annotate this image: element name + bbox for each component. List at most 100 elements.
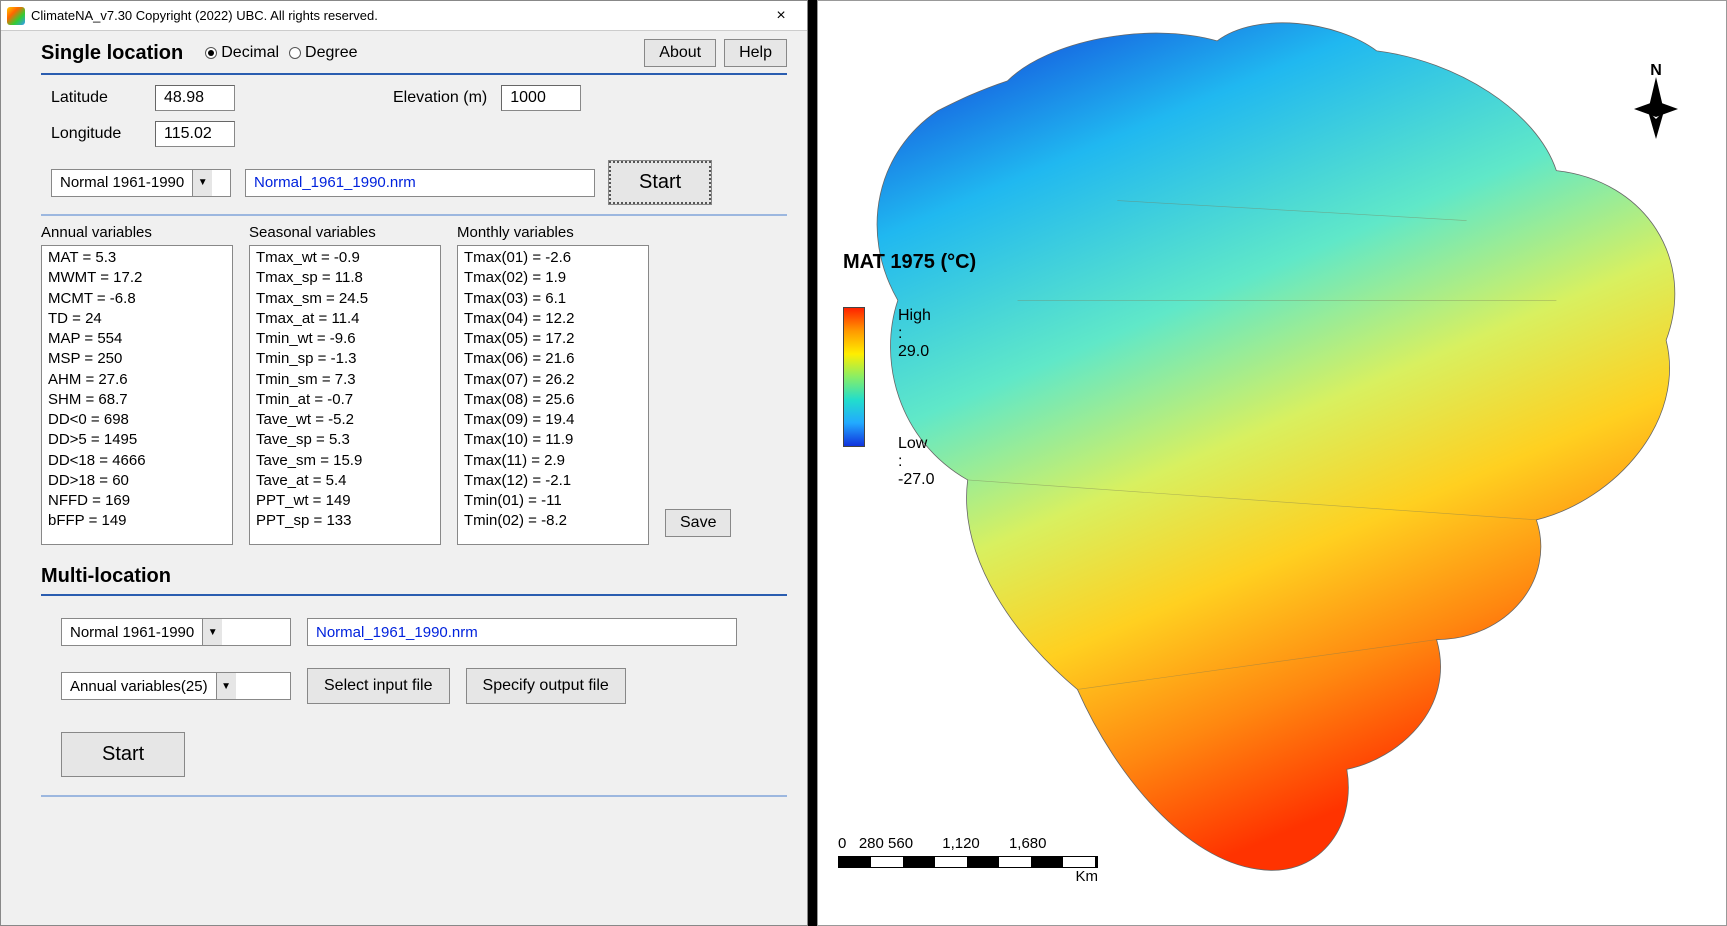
longitude-label: Longitude	[51, 125, 141, 143]
list-item[interactable]: PPT_sp = 133	[256, 511, 434, 531]
multi-location-title: Multi-location	[41, 565, 787, 596]
app-window: ClimateNA_v7.30 Copyright (2022) UBC. Al…	[0, 0, 808, 926]
radio-degree[interactable]: Degree	[289, 44, 357, 62]
save-area: Save	[665, 224, 731, 545]
list-item[interactable]: MAT = 5.3	[48, 248, 226, 268]
list-item[interactable]: Tmax(08) = 25.6	[464, 390, 642, 410]
compass-icon: N	[1626, 61, 1686, 144]
list-item[interactable]: Tave_sp = 5.3	[256, 430, 434, 450]
radio-degree-label: Degree	[305, 44, 357, 62]
top-buttons: About Help	[644, 39, 787, 67]
list-item[interactable]: Tmax(05) = 17.2	[464, 329, 642, 349]
multi-vars-row: Annual variables(25) ▼ Select input file…	[61, 668, 787, 704]
map-panel: MAT 1975 (°C) High : 29.0 Low : -27.0 N …	[817, 0, 1727, 926]
list-item[interactable]: Tave_sm = 15.9	[256, 451, 434, 471]
scale-unit: Km	[838, 868, 1098, 885]
list-item[interactable]: TD = 24	[48, 309, 226, 329]
single-period-combo[interactable]: Normal 1961-1990 ▼	[51, 169, 231, 197]
multi-period-selected: Normal 1961-1990	[62, 624, 202, 641]
radio-decimal-label: Decimal	[221, 44, 279, 62]
close-button[interactable]: ×	[761, 2, 801, 30]
chevron-down-icon: ▼	[216, 673, 236, 699]
list-item[interactable]: Tmax(07) = 26.2	[464, 370, 642, 390]
titlebar: ClimateNA_v7.30 Copyright (2022) UBC. Al…	[1, 1, 807, 31]
list-item[interactable]: Tave_wt = -5.2	[256, 410, 434, 430]
monthly-listbox[interactable]: Tmax(01) = -2.6Tmax(02) = 1.9Tmax(03) = …	[457, 245, 649, 545]
single-start-button[interactable]: Start	[609, 161, 711, 204]
list-item[interactable]: Tmax_wt = -0.9	[256, 248, 434, 268]
scale-numbers: 0 280 560 1,120 1,680	[838, 835, 1098, 852]
latitude-row: Latitude Elevation (m)	[51, 85, 787, 111]
latitude-input[interactable]	[155, 85, 235, 111]
help-button[interactable]: Help	[724, 39, 787, 67]
variables-lists-row: Annual variables MAT = 5.3MWMT = 17.2MCM…	[41, 224, 787, 545]
list-item[interactable]: Tmin_wt = -9.6	[256, 329, 434, 349]
list-item[interactable]: Tmax(09) = 19.4	[464, 410, 642, 430]
list-item[interactable]: Tmax(12) = -2.1	[464, 471, 642, 491]
longitude-input[interactable]	[155, 121, 235, 147]
list-item[interactable]: Tmax(03) = 6.1	[464, 289, 642, 309]
map-legend: High : 29.0 Low : -27.0	[843, 301, 865, 447]
single-period-selected: Normal 1961-1990	[52, 174, 192, 191]
list-item[interactable]: MCMT = -6.8	[48, 289, 226, 309]
list-item[interactable]: MWMT = 17.2	[48, 268, 226, 288]
list-item[interactable]: bFFP = 149	[48, 511, 226, 531]
longitude-row: Longitude	[51, 121, 787, 147]
chevron-down-icon: ▼	[192, 170, 212, 196]
annual-label: Annual variables	[41, 224, 233, 241]
monthly-column: Monthly variables Tmax(01) = -2.6Tmax(02…	[457, 224, 649, 545]
elevation-input[interactable]	[501, 85, 581, 111]
list-item[interactable]: DD<18 = 4666	[48, 451, 226, 471]
list-item[interactable]: Tmax(01) = -2.6	[464, 248, 642, 268]
compass-n-label: N	[1650, 62, 1662, 79]
list-item[interactable]: NFFD = 169	[48, 491, 226, 511]
multi-start-row: Start	[61, 732, 787, 777]
list-item[interactable]: Tmax(10) = 11.9	[464, 430, 642, 450]
save-button[interactable]: Save	[665, 509, 731, 537]
multi-period-combo[interactable]: Normal 1961-1990 ▼	[61, 618, 291, 646]
coord-format-radio-group: Decimal Degree	[205, 44, 357, 62]
list-item[interactable]: Tmax(04) = 12.2	[464, 309, 642, 329]
list-item[interactable]: MSP = 250	[48, 349, 226, 369]
list-item[interactable]: Tmin(01) = -11	[464, 491, 642, 511]
radio-dot-icon	[205, 47, 217, 59]
annual-listbox[interactable]: MAT = 5.3MWMT = 17.2MCMT = -6.8TD = 24MA…	[41, 245, 233, 545]
list-item[interactable]: Tmax(02) = 1.9	[464, 268, 642, 288]
list-item[interactable]: MAP = 554	[48, 329, 226, 349]
list-item[interactable]: Tmax_at = 11.4	[256, 309, 434, 329]
list-item[interactable]: Tave_at = 5.4	[256, 471, 434, 491]
list-item[interactable]: SHM = 68.7	[48, 390, 226, 410]
annual-column: Annual variables MAT = 5.3MWMT = 17.2MCM…	[41, 224, 233, 545]
radio-decimal[interactable]: Decimal	[205, 44, 279, 62]
divider	[41, 795, 787, 797]
single-period-row: Normal 1961-1990 ▼ Normal_1961_1990.nrm …	[51, 161, 787, 204]
list-item[interactable]: Tmax(11) = 2.9	[464, 451, 642, 471]
map-title: MAT 1975 (°C)	[843, 251, 976, 274]
list-item[interactable]: Tmax_sm = 24.5	[256, 289, 434, 309]
list-item[interactable]: Tmin_at = -0.7	[256, 390, 434, 410]
seasonal-listbox[interactable]: Tmax_wt = -0.9Tmax_sp = 11.8Tmax_sm = 24…	[249, 245, 441, 545]
list-item[interactable]: AHM = 27.6	[48, 370, 226, 390]
multi-vars-combo[interactable]: Annual variables(25) ▼	[61, 672, 291, 700]
legend-low-label: Low : -27.0	[898, 435, 934, 489]
list-item[interactable]: Tmax(06) = 21.6	[464, 349, 642, 369]
list-item[interactable]: Tmin(02) = -8.2	[464, 511, 642, 531]
north-america-map	[818, 1, 1726, 925]
single-location-title: Single location	[41, 42, 183, 65]
list-item[interactable]: Tmin_sp = -1.3	[256, 349, 434, 369]
list-item[interactable]: DD>18 = 60	[48, 471, 226, 491]
list-item[interactable]: DD<0 = 698	[48, 410, 226, 430]
list-item[interactable]: Tmax_sp = 11.8	[256, 268, 434, 288]
multi-start-button[interactable]: Start	[61, 732, 185, 777]
list-item[interactable]: PPT_wt = 149	[256, 491, 434, 511]
about-button[interactable]: About	[644, 39, 716, 67]
divider	[41, 214, 787, 216]
list-item[interactable]: Tmin_sm = 7.3	[256, 370, 434, 390]
select-input-file-button[interactable]: Select input file	[307, 668, 450, 704]
multi-period-file[interactable]: Normal_1961_1990.nrm	[307, 618, 737, 646]
scale-bar: 0 280 560 1,120 1,680 Km	[838, 835, 1098, 885]
scale-ticks-icon	[838, 856, 1098, 868]
specify-output-file-button[interactable]: Specify output file	[466, 668, 626, 704]
list-item[interactable]: DD>5 = 1495	[48, 430, 226, 450]
single-period-file[interactable]: Normal_1961_1990.nrm	[245, 169, 595, 197]
